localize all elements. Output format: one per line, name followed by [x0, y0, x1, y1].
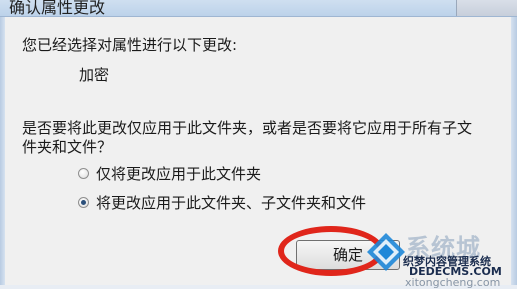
- option-label: 仅将更改应用于此文件夹: [96, 165, 262, 183]
- option-label: 将更改应用于此文件夹、子文件夹和文件: [96, 194, 367, 212]
- close-button[interactable]: [456, 0, 517, 16]
- question-line-1: 是否要将此更改仅应用于此文件夹，或者是否要将它应用于所有子文: [22, 119, 473, 137]
- radio-folder-subfolders-files[interactable]: [78, 197, 89, 208]
- intro-text: 您已经选择对属性进行以下更改:: [22, 36, 238, 54]
- window-title: 确认属性更改: [9, 0, 106, 17]
- watermark: 系统城 织梦内容管理系统 DEDECMS.COM xitongcheng.com: [365, 225, 517, 289]
- title-bar: 确认属性更改: [0, 0, 517, 17]
- change-item: 加密: [79, 66, 110, 84]
- question-line-2: 件夹和文件？: [22, 138, 113, 156]
- radio-this-folder-only[interactable]: [78, 168, 89, 179]
- watermark-logo-icon: [367, 233, 405, 271]
- window-frame-left: [0, 17, 5, 285]
- radio-selected-dot: [81, 200, 86, 205]
- watermark-line-3: xitongcheng.com: [405, 276, 501, 289]
